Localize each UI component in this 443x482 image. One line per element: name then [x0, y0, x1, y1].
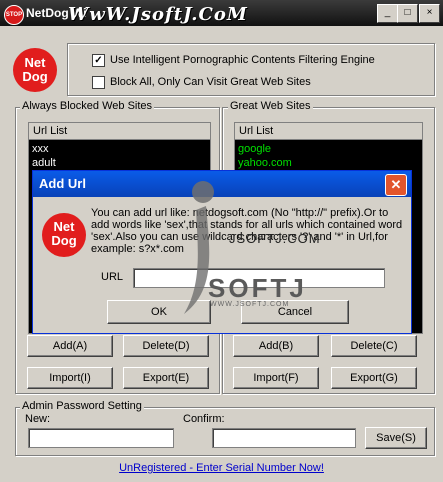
confirm-password-field[interactable] — [212, 428, 356, 448]
url-label: URL — [101, 271, 124, 283]
list-item[interactable]: adult — [29, 156, 56, 170]
dialog-close-button[interactable]: ✕ — [385, 174, 407, 196]
great-import-button[interactable]: Import(F) — [233, 367, 319, 389]
watermark-sub-text: WWW.JSOFTJ.COM — [210, 301, 290, 308]
dialog-netdog-logo: Net Dog — [42, 213, 86, 257]
great-export-button[interactable]: Export(G) — [331, 367, 417, 389]
watermark-text-mid: JSOFTJ.COM — [229, 231, 321, 246]
great-sites-title: Great Web Sites — [228, 100, 313, 112]
dialog-title: Add Url — [39, 176, 86, 191]
watermark-text: WwW.JsoftJ.CoM — [68, 4, 248, 25]
maximize-button[interactable]: □ — [397, 4, 418, 23]
save-password-button[interactable]: Save(S) — [365, 427, 427, 449]
main-titlebar: STOP NetDog Wi WwW.JsoftJ.CoM _ □ × — [0, 0, 443, 26]
dialog-titlebar: Add Url — [33, 171, 411, 197]
stop-sign-icon: STOP — [4, 5, 24, 25]
filter-options-box — [67, 43, 435, 96]
block-all-checkbox[interactable] — [92, 76, 105, 89]
new-password-label: New: — [25, 413, 51, 425]
filtering-engine-label: Use Intelligent Pornographic Contents Fi… — [110, 54, 375, 66]
new-password-field[interactable] — [28, 428, 174, 448]
password-group-title: Admin Password Setting — [20, 400, 144, 412]
watermark-logo-text: SOFTJ — [208, 273, 307, 303]
blocked-export-button[interactable]: Export(E) — [123, 367, 209, 389]
great-list-header[interactable]: Url List — [235, 123, 422, 140]
confirm-password-label: Confirm: — [183, 413, 225, 425]
close-button[interactable]: × — [419, 4, 440, 23]
blocked-import-button[interactable]: Import(I) — [27, 367, 113, 389]
list-item[interactable]: yahoo.com — [235, 156, 292, 170]
netdog-logo: Net Dog — [13, 48, 57, 92]
add-url-dialog: Add Url ✕ Net Dog You can add url like: … — [32, 170, 412, 334]
list-item[interactable]: google — [235, 142, 271, 156]
register-link[interactable]: UnRegistered - Enter Serial Number Now! — [0, 462, 443, 474]
list-item[interactable]: xxx — [29, 142, 49, 156]
blocked-delete-button[interactable]: Delete(D) — [123, 335, 209, 357]
great-delete-button[interactable]: Delete(C) — [331, 335, 417, 357]
filtering-engine-checkbox[interactable]: ✓ — [92, 54, 105, 67]
great-add-button[interactable]: Add(B) — [233, 335, 319, 357]
blocked-list-header[interactable]: Url List — [29, 123, 210, 140]
block-all-label: Block All, Only Can Visit Great Web Site… — [110, 76, 311, 88]
blocked-sites-title: Always Blocked Web Sites — [20, 100, 155, 112]
blocked-add-button[interactable]: Add(A) — [27, 335, 113, 357]
minimize-button[interactable]: _ — [377, 4, 398, 23]
